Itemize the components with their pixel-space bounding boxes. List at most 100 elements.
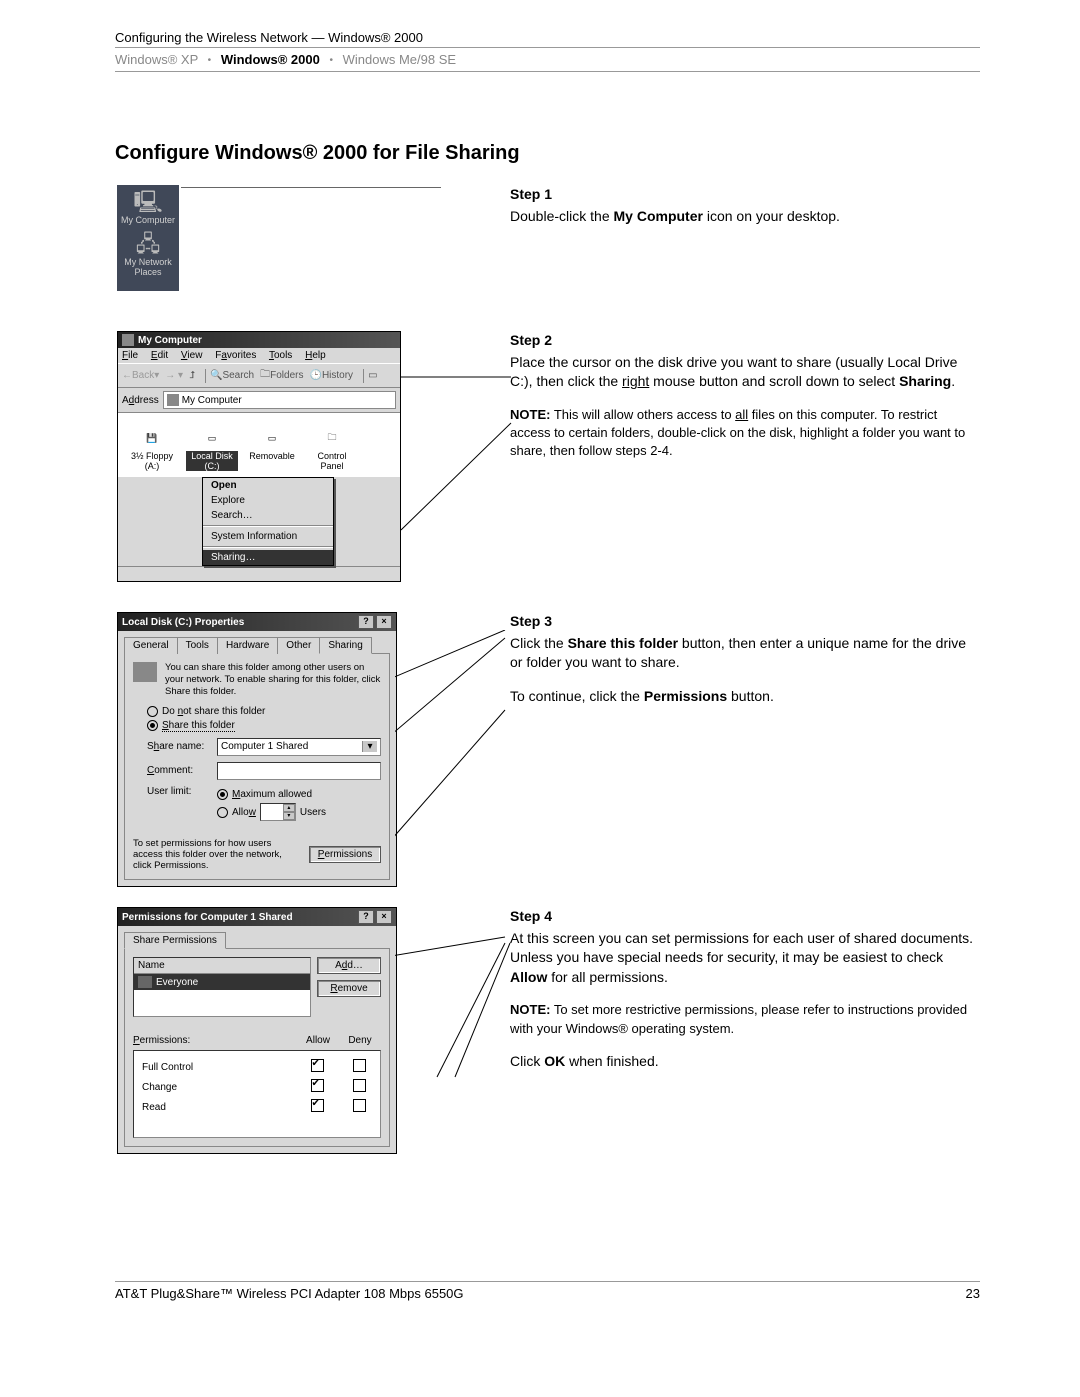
dialog-title: Local Disk (C:) Properties [122, 617, 244, 628]
step3-body-b: To continue, click the Permissions butto… [510, 687, 980, 707]
tab-share-permissions[interactable]: Share Permissions [124, 932, 226, 949]
ctx-sysinfo[interactable]: System Information [203, 529, 333, 544]
remove-button[interactable]: Remove [317, 980, 381, 997]
back-button[interactable]: ← Back ▾ [122, 370, 159, 381]
callout-lines [395, 630, 525, 850]
allow-change-checkbox[interactable] [311, 1079, 324, 1092]
search-button[interactable]: 🔍Search [210, 370, 254, 381]
window-icon [122, 334, 134, 346]
help-button[interactable]: ? [358, 615, 374, 629]
removable-icon: ▭ [246, 429, 298, 447]
text: mouse button and scroll down to select [649, 373, 899, 389]
menu-tools[interactable]: Tools [269, 350, 292, 361]
history-button[interactable]: 🕒History [309, 370, 353, 381]
text-bold: Share this folder [568, 635, 678, 651]
menu-favorites[interactable]: Favorites [215, 350, 256, 361]
text: At this screen you can set permissions f… [510, 930, 973, 966]
step4-body-a: At this screen you can set permissions f… [510, 929, 980, 988]
radio-share[interactable]: Share this folder [147, 720, 381, 732]
radio-no-share[interactable]: Do not share this folder [147, 706, 381, 717]
users-label: Users [300, 807, 326, 818]
up-button[interactable]: ⮥ [189, 370, 195, 381]
menu-view[interactable]: View [181, 350, 203, 361]
text: Click the [510, 635, 568, 651]
perm-label: Read [134, 1102, 296, 1113]
tab-hardware[interactable]: Hardware [217, 637, 278, 654]
text: icon on your desktop. [703, 208, 840, 224]
list-item-everyone[interactable]: Everyone [134, 974, 310, 990]
tab-tools[interactable]: Tools [177, 637, 218, 654]
text: Double-click the [510, 208, 614, 224]
tab-general[interactable]: General [124, 637, 178, 654]
titlebar[interactable]: My Computer [118, 332, 400, 348]
ctx-search[interactable]: Search… [203, 508, 333, 523]
footer-page: 23 [966, 1286, 980, 1301]
radio-allow-n[interactable]: Allow ▴▾ Users [217, 803, 381, 821]
forward-button[interactable]: → ▾ [165, 370, 183, 381]
nav-sep-icon: • [208, 55, 212, 66]
my-computer-icon[interactable]: 🖳 My Computer [117, 191, 179, 225]
text: for all permissions. [547, 969, 668, 985]
permissions-hint: To set permissions for how users access … [133, 838, 301, 871]
menu-edit[interactable]: Edit [151, 350, 168, 361]
nav-me98[interactable]: Windows Me/98 SE [343, 52, 456, 67]
local-disk-c[interactable]: ▭ Local Disk (C:) [186, 429, 238, 471]
close-button[interactable]: × [376, 910, 392, 924]
user-count-spinner[interactable]: ▴▾ [260, 803, 296, 821]
allow-read-checkbox[interactable] [311, 1099, 324, 1112]
menu-file[interactable]: FFileile [122, 350, 138, 361]
header-breadcrumb: Configuring the Wireless Network — Windo… [115, 30, 980, 48]
ctx-sharing[interactable]: Sharing… [203, 550, 333, 565]
deny-full-checkbox[interactable] [353, 1059, 366, 1072]
list-item-label: Everyone [156, 977, 198, 988]
underline: all [735, 407, 748, 422]
floppy-drive[interactable]: 💾 3½ Floppy (A:) [126, 429, 178, 471]
close-button[interactable]: × [376, 615, 392, 629]
address-field[interactable]: My Computer [163, 391, 396, 409]
group-icon [138, 976, 152, 988]
allow-full-checkbox[interactable] [311, 1059, 324, 1072]
properties-dialog: Local Disk (C:) Properties ? × General T… [117, 612, 397, 887]
dropdown-icon[interactable]: ▾ [362, 741, 377, 752]
users-listview[interactable]: Name Everyone [133, 957, 311, 1017]
drive-list: 💾 3½ Floppy (A:) ▭ Local Disk (C:) ▭ Rem… [118, 413, 400, 477]
share-name-input[interactable]: Computer 1 Shared ▾ [217, 738, 381, 756]
my-network-icon[interactable]: 🖧 My Network Places [117, 233, 179, 277]
removable-drive[interactable]: ▭ Removable [246, 429, 298, 471]
radio-max[interactable]: Maximum allowed [217, 789, 381, 800]
status-bar [118, 566, 400, 581]
move-button[interactable]: ▭ [368, 370, 377, 381]
add-button[interactable]: Add… [317, 957, 381, 974]
share-name-label: Share name: [147, 741, 217, 752]
nav-xp[interactable]: Windows® XP [115, 52, 198, 67]
text: To set more restrictive permissions, ple… [510, 1002, 967, 1035]
dialog-titlebar[interactable]: Permissions for Computer 1 Shared ? × [118, 908, 396, 926]
dialog-titlebar[interactable]: Local Disk (C:) Properties ? × [118, 613, 396, 631]
nav-w2k[interactable]: Windows® 2000 [221, 52, 320, 67]
permissions-box: Full Control Change Read [133, 1050, 381, 1138]
note-label: NOTE: [510, 1002, 550, 1017]
ctx-open[interactable]: Open [203, 478, 333, 493]
address-value: My Computer [182, 395, 242, 406]
text: when finished. [565, 1053, 658, 1069]
text: To continue, click the [510, 688, 644, 704]
ctx-explore[interactable]: Explore [203, 493, 333, 508]
monitor-icon: 🖳 [117, 191, 179, 213]
help-button[interactable]: ? [358, 910, 374, 924]
context-menu: Open Explore Search… System Information … [202, 477, 334, 566]
folders-button[interactable]: 🗀Folders [260, 367, 303, 384]
up-arrow-icon[interactable]: ▴ [283, 804, 295, 812]
deny-read-checkbox[interactable] [353, 1099, 366, 1112]
tab-other[interactable]: Other [277, 637, 320, 654]
divider [181, 187, 441, 188]
deny-change-checkbox[interactable] [353, 1079, 366, 1092]
tab-sharing[interactable]: Sharing [319, 637, 371, 654]
down-arrow-icon[interactable]: ▾ [283, 812, 295, 820]
control-panel[interactable]: 🗀 Control Panel [306, 429, 358, 471]
underline: right [622, 373, 649, 389]
text-bold: Permissions [644, 688, 727, 704]
permissions-button[interactable]: Permissions [309, 846, 381, 863]
menu-help[interactable]: Help [305, 350, 326, 361]
separator [203, 546, 333, 548]
comment-input[interactable] [217, 762, 381, 780]
